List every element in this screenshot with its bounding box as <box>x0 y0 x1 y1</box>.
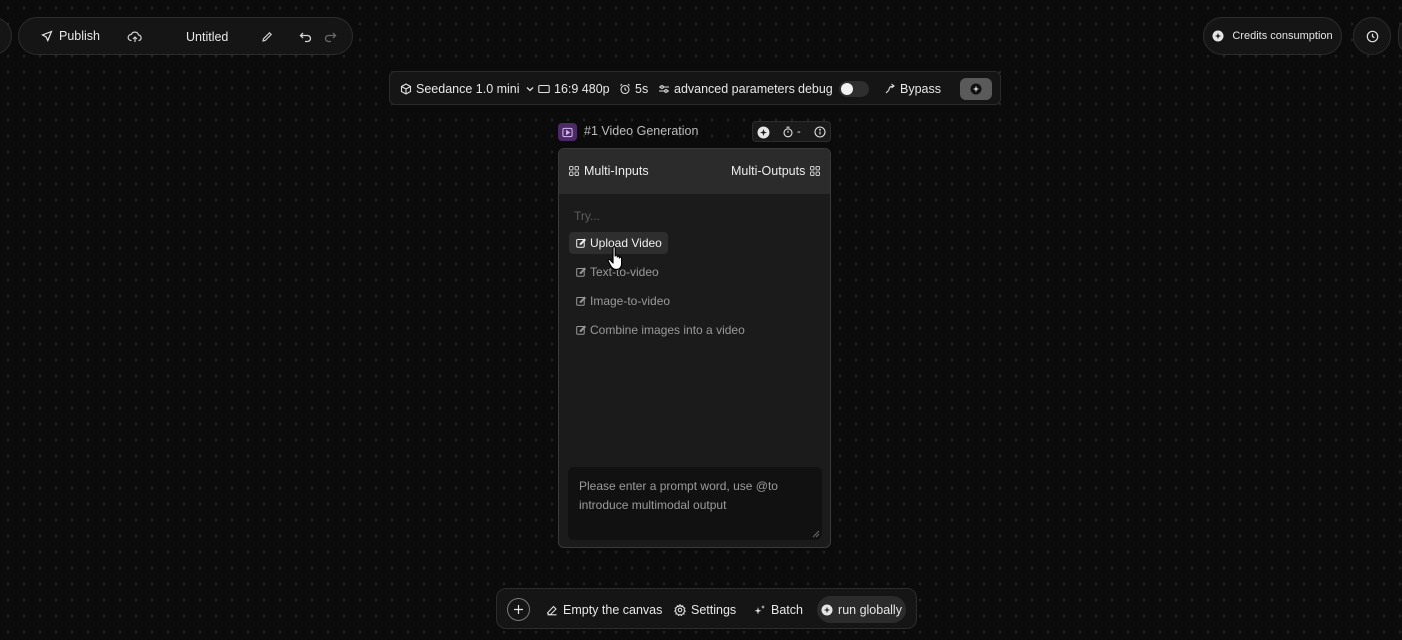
bottom-toolbar: Empty the canvas Settings Batch run glob… <box>496 588 917 629</box>
suggestion-image-to-video[interactable]: Image-to-video <box>569 290 676 312</box>
suggestion-label: Image-to-video <box>590 294 671 308</box>
redo-icon[interactable] <box>322 29 338 45</box>
sparkle-circle-icon <box>970 83 982 95</box>
run-node-button[interactable] <box>960 78 992 100</box>
debug-text: debug <box>798 82 833 96</box>
credits-icon <box>1212 30 1224 42</box>
right-edge-button[interactable] <box>1398 17 1402 55</box>
prompt-input[interactable]: Please enter a prompt word, use @to intr… <box>568 467 822 540</box>
run-icon <box>821 604 833 616</box>
suggestion-combine-images[interactable]: Combine images into a video <box>569 319 751 341</box>
info-icon[interactable] <box>814 125 826 139</box>
plus-icon <box>513 604 524 615</box>
resize-handle-icon[interactable] <box>812 530 820 538</box>
history-button[interactable] <box>1353 17 1391 55</box>
edit-square-icon <box>576 267 586 277</box>
empty-canvas-label: Empty the canvas <box>563 602 663 617</box>
run-globally-button[interactable]: run globally <box>817 596 906 623</box>
sparkles-icon <box>754 604 766 616</box>
debug-toggle[interactable] <box>839 81 869 97</box>
undo-icon[interactable] <box>298 29 314 45</box>
edit-square-icon <box>576 325 586 335</box>
node-io-header: Multi-Inputs Multi-Outputs <box>559 149 830 194</box>
run-label: run globally <box>838 602 902 617</box>
hand-cursor-icon <box>607 245 627 271</box>
empty-canvas-button[interactable]: Empty the canvas <box>546 589 662 630</box>
try-label: Try... <box>574 209 600 223</box>
advanced-parameters-button[interactable]: advanced parameters <box>658 72 795 106</box>
gear-icon <box>674 603 686 616</box>
parameter-bar: Seedance 1.0 mini 16:9 480p 5s advanced … <box>389 71 1001 105</box>
bypass-label: Bypass <box>900 82 941 96</box>
alarm-clock-icon <box>619 83 631 95</box>
aspect-ratio-selector[interactable]: 16:9 480p <box>538 72 610 106</box>
left-edge-button[interactable] <box>0 17 12 55</box>
advanced-label: advanced parameters <box>674 82 795 96</box>
edit-square-icon <box>576 296 586 306</box>
screen-icon <box>538 83 550 95</box>
debug-label: debug <box>798 72 833 106</box>
chevron-down-icon <box>524 83 536 95</box>
cube-icon <box>400 83 412 95</box>
top-toolbar: Publish Untitled <box>18 17 353 55</box>
ratio-label: 16:9 480p <box>554 82 610 96</box>
edit-square-icon <box>576 238 586 248</box>
duration-selector[interactable]: 5s <box>619 72 648 106</box>
prompt-placeholder: Please enter a prompt word, use @to intr… <box>579 479 778 512</box>
inputs-label: Multi-Inputs <box>584 164 649 178</box>
settings-button[interactable]: Settings <box>674 589 736 630</box>
bypass-icon <box>884 83 896 95</box>
publish-button[interactable]: Publish <box>41 29 100 43</box>
duration-label: 5s <box>635 82 649 96</box>
clock-icon <box>1366 30 1379 43</box>
toggle-knob <box>841 83 853 95</box>
batch-button[interactable]: Batch <box>754 589 803 630</box>
edit-pencil-icon[interactable] <box>259 29 275 45</box>
stopwatch-icon <box>782 126 794 138</box>
timer-value: - <box>797 126 801 138</box>
outputs-label: Multi-Outputs <box>731 164 806 178</box>
add-node-button[interactable] <box>507 598 530 621</box>
multi-outputs-port[interactable]: Multi-Outputs <box>731 164 821 178</box>
batch-label: Batch <box>771 602 803 617</box>
send-icon <box>41 30 53 42</box>
sliders-icon <box>658 83 670 95</box>
grid-dots-icon <box>569 166 579 176</box>
model-label: Seedance 1.0 mini <box>416 82 520 96</box>
node-timer[interactable]: - <box>782 125 801 139</box>
video-generation-node[interactable]: Multi-Inputs Multi-Outputs Try... Upload… <box>558 148 831 548</box>
cloud-upload-icon[interactable] <box>127 29 143 45</box>
video-node-icon <box>558 123 577 141</box>
settings-label: Settings <box>691 602 737 617</box>
publish-label: Publish <box>59 29 100 43</box>
credits-label: Credits consumption <box>1232 30 1333 42</box>
grid-dots-icon <box>810 166 821 176</box>
suggestion-label: Combine images into a video <box>590 323 745 337</box>
bypass-button[interactable]: Bypass <box>884 72 941 106</box>
multi-inputs-port[interactable]: Multi-Inputs <box>569 164 649 178</box>
eraser-icon <box>546 604 558 616</box>
document-title[interactable]: Untitled <box>186 30 228 44</box>
model-selector[interactable]: Seedance 1.0 mini <box>400 72 536 106</box>
node-title[interactable]: #1 Video Generation <box>584 124 698 138</box>
node-action-group: - <box>752 121 831 142</box>
node-run-icon[interactable] <box>757 125 770 139</box>
credits-consumption-button[interactable]: Credits consumption <box>1203 17 1342 55</box>
